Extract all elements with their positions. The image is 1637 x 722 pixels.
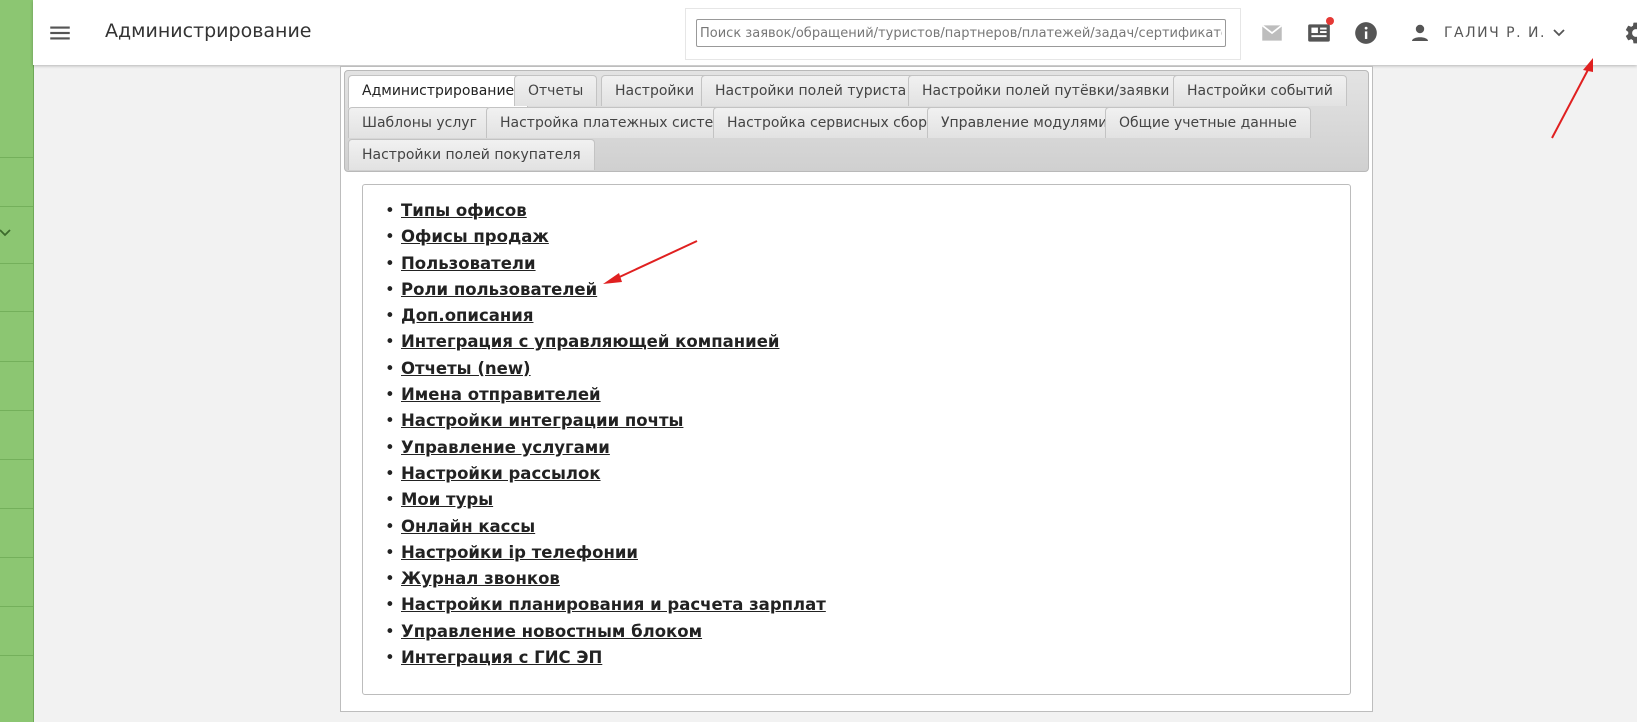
- admin-panel: Администрирование Отчеты Настройки Настр…: [340, 66, 1373, 712]
- list-item: Онлайн кассы: [385, 517, 826, 543]
- search-input[interactable]: [696, 19, 1226, 47]
- list-item: Отчеты (new): [385, 359, 826, 385]
- list-item: Настройки ip телефонии: [385, 543, 826, 569]
- link-my-tours[interactable]: Мои туры: [401, 490, 493, 509]
- list-item: Мои туры: [385, 490, 826, 516]
- news-button[interactable]: [1306, 17, 1334, 46]
- link-management-integration[interactable]: Интеграция с управляющей компанией: [401, 332, 779, 351]
- sidebar-divider: [0, 508, 33, 509]
- link-salary-planning[interactable]: Настройки планирования и расчета зарплат: [401, 595, 826, 614]
- link-office-types[interactable]: Типы офисов: [401, 201, 527, 220]
- gear-icon[interactable]: [1623, 20, 1637, 46]
- list-item: Управление новостным блоком: [385, 622, 826, 648]
- user-menu[interactable]: ГАЛИЧ Р. И.: [1408, 20, 1566, 46]
- link-sender-names[interactable]: Имена отправителей: [401, 385, 601, 404]
- sidebar-divider: [0, 263, 33, 264]
- sidebar-divider: [0, 157, 33, 158]
- user-icon: [1412, 24, 1428, 41]
- link-mailing-settings[interactable]: Настройки рассылок: [401, 464, 601, 483]
- mail-icon[interactable]: [1259, 20, 1285, 46]
- sidebar-divider: [0, 206, 33, 207]
- sidebar-divider: [0, 410, 33, 411]
- link-gis-ep-integration[interactable]: Интеграция с ГИС ЭП: [401, 648, 602, 667]
- tab-administration[interactable]: Администрирование: [348, 75, 529, 108]
- sidebar-divider: [0, 459, 33, 460]
- list-item: Настройки интеграции почты: [385, 411, 826, 437]
- tab-events[interactable]: Настройки событий: [1173, 75, 1347, 106]
- list-item: Журнал звонков: [385, 569, 826, 595]
- info-icon[interactable]: [1353, 20, 1379, 46]
- list-item: Офисы продаж: [385, 227, 826, 253]
- link-online-cashboxes[interactable]: Онлайн кассы: [401, 517, 535, 536]
- annotation-arrow-icon: [1551, 58, 1593, 139]
- link-extra-descriptions[interactable]: Доп.описания: [401, 306, 533, 325]
- link-mail-integration[interactable]: Настройки интеграции почты: [401, 411, 683, 430]
- list-item: Интеграция с ГИС ЭП: [385, 648, 826, 674]
- link-sales-offices[interactable]: Офисы продаж: [401, 227, 549, 246]
- tab-modules[interactable]: Управление модулями: [927, 107, 1122, 138]
- tab-bar: Администрирование Отчеты Настройки Настр…: [344, 70, 1369, 172]
- chevron-down-icon: [1553, 29, 1565, 37]
- list-item: Роли пользователей: [385, 280, 826, 306]
- tab-reports[interactable]: Отчеты: [514, 75, 598, 106]
- left-sidebar-strip: [0, 0, 34, 722]
- admin-links-list: Типы офисов Офисы продаж Пользователи Ро…: [385, 201, 826, 674]
- link-users[interactable]: Пользователи: [401, 254, 536, 273]
- list-item: Интеграция с управляющей компанией: [385, 332, 826, 358]
- list-item: Пользователи: [385, 254, 826, 280]
- tab-buyer-fields[interactable]: Настройки полей покупателя: [348, 139, 595, 170]
- list-item: Доп.описания: [385, 306, 826, 332]
- sidebar-divider: [0, 557, 33, 558]
- tab-settings[interactable]: Настройки: [601, 75, 709, 106]
- top-app-bar: Администрирование ГАЛИЧ Р. И.: [33, 0, 1637, 65]
- link-reports-new[interactable]: Отчеты (new): [401, 359, 531, 378]
- link-ip-telephony[interactable]: Настройки ip телефонии: [401, 543, 638, 562]
- tab-credentials[interactable]: Общие учетные данные: [1105, 107, 1311, 138]
- admin-links-box: Типы офисов Офисы продаж Пользователи Ро…: [362, 184, 1351, 695]
- sidebar-divider: [0, 311, 33, 312]
- search-container: [685, 8, 1241, 60]
- sidebar-divider: [0, 361, 33, 362]
- tab-voucher-fields[interactable]: Настройки полей путёвки/заявки: [908, 75, 1184, 106]
- tab-tourist-fields[interactable]: Настройки полей туриста: [701, 75, 921, 106]
- tab-service-templates[interactable]: Шаблоны услуг: [348, 107, 491, 138]
- list-item: Настройки планирования и расчета зарплат: [385, 595, 826, 621]
- page-title: Администрирование: [105, 20, 312, 42]
- tab-service-fees[interactable]: Настройка сервисных сборов: [713, 107, 958, 138]
- chevron-down-icon[interactable]: [0, 226, 12, 240]
- user-name: ГАЛИЧ Р. И.: [1444, 25, 1546, 41]
- menu-icon[interactable]: [47, 20, 73, 46]
- sidebar-divider: [0, 606, 33, 607]
- list-item: Имена отправителей: [385, 385, 826, 411]
- link-call-log[interactable]: Журнал звонков: [401, 569, 560, 588]
- link-services-management[interactable]: Управление услугами: [401, 438, 610, 457]
- sidebar-divider: [0, 655, 33, 656]
- notification-dot: [1326, 17, 1334, 25]
- link-news-block[interactable]: Управление новостным блоком: [401, 622, 702, 641]
- list-item: Типы офисов: [385, 201, 826, 227]
- list-item: Настройки рассылок: [385, 464, 826, 490]
- list-item: Управление услугами: [385, 438, 826, 464]
- tab-payment-systems[interactable]: Настройка платежных систем: [486, 107, 738, 138]
- link-user-roles[interactable]: Роли пользователей: [401, 280, 597, 299]
